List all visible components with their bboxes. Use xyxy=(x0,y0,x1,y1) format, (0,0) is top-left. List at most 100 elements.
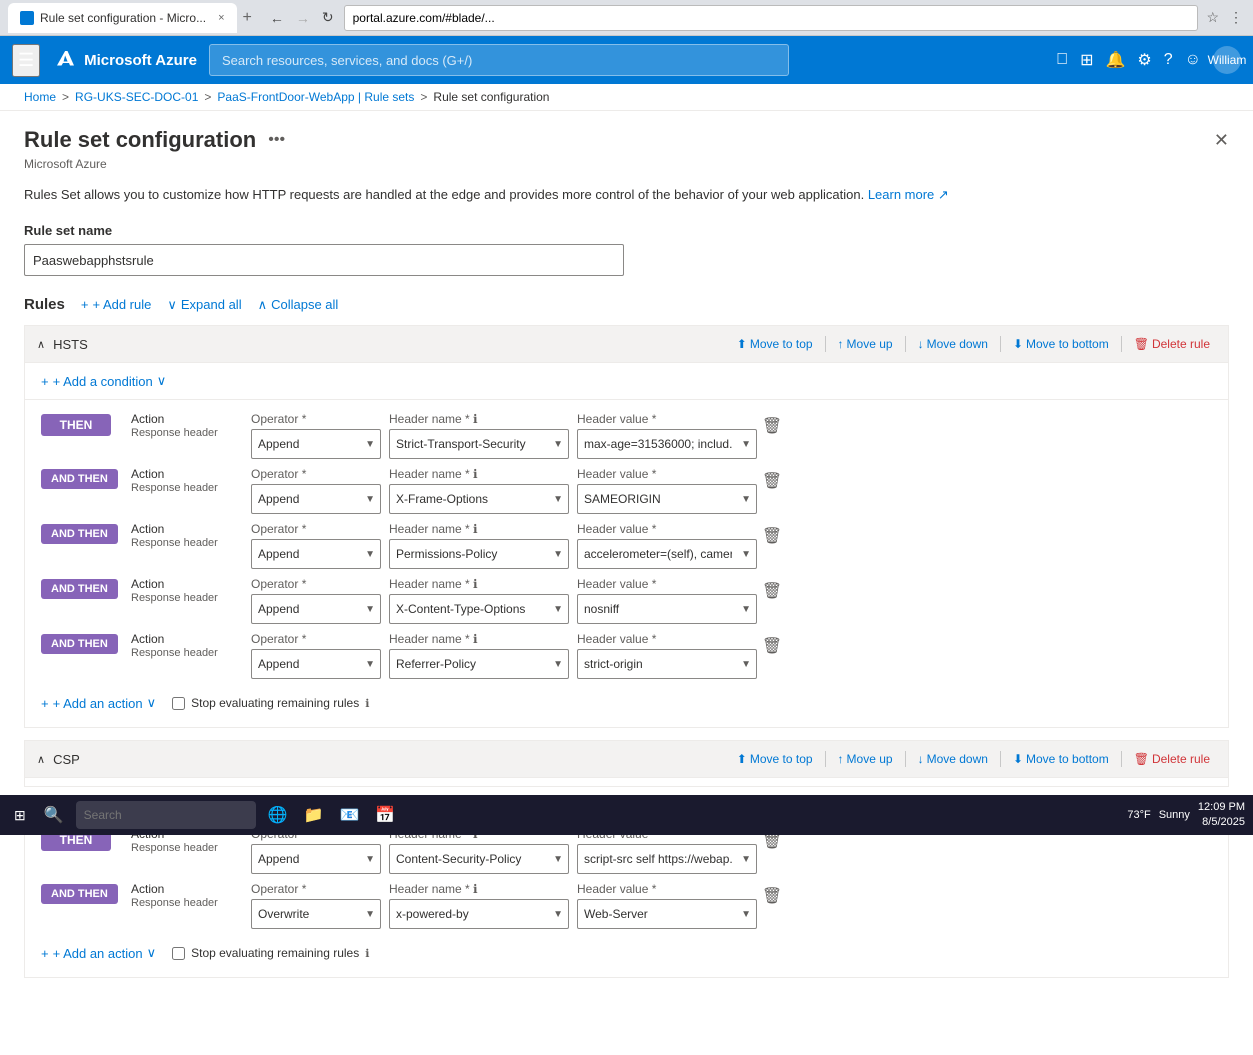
delete-rule-btn-hsts[interactable]: 🗑 Delete rule xyxy=(1128,334,1216,354)
delete-action-btn-hsts-0[interactable]: 🗑 xyxy=(758,412,786,440)
bookmark-btn[interactable]: ☆ xyxy=(1204,7,1221,28)
header-name-select-hsts-0[interactable]: Strict-Transport-Security xyxy=(389,429,569,459)
back-btn[interactable]: ← xyxy=(266,8,288,28)
operator-select-csp-1[interactable]: OverwriteAppendDelete xyxy=(251,899,381,929)
rule-set-name-input[interactable] xyxy=(24,244,624,276)
more-options-icon[interactable]: ••• xyxy=(268,131,285,149)
operator-select-hsts-3[interactable]: Append xyxy=(251,594,381,624)
operator-select-hsts-1[interactable]: Append xyxy=(251,484,381,514)
address-bar[interactable] xyxy=(344,5,1199,31)
breadcrumb-resource-group[interactable]: RG-UKS-SEC-DOC-01 xyxy=(75,90,198,104)
close-page-btn[interactable]: ✕ xyxy=(1214,130,1229,151)
stop-eval-info-icon-hsts[interactable]: ℹ xyxy=(365,697,369,710)
header-name-select-csp-0[interactable]: Content-Security-Policy xyxy=(389,844,569,874)
notifications-icon[interactable]: 🔔 xyxy=(1105,50,1125,70)
and-then-badge-hsts-1: AND THEN xyxy=(41,469,118,489)
taskbar-edge-icon[interactable]: 🌐 xyxy=(264,803,292,827)
header-value-select-csp-0[interactable]: script-src self https://webap... xyxy=(577,844,757,874)
user-avatar[interactable]: William xyxy=(1213,46,1241,74)
action-row-csp-1: AND THEN Action Response header Operator… xyxy=(41,882,1212,929)
expand-all-btn[interactable]: ∨ Expand all xyxy=(167,297,241,313)
header-name-select-hsts-3[interactable]: X-Content-Type-Options xyxy=(389,594,569,624)
add-action-btn-hsts[interactable]: + + Add an action ∨ xyxy=(41,695,156,711)
move-up-icon: ↑ xyxy=(838,752,844,766)
learn-more-link[interactable]: Learn more ↗ xyxy=(868,187,949,202)
info-icon[interactable]: ℹ xyxy=(473,882,478,896)
rule-name-input-hsts[interactable] xyxy=(53,337,253,352)
rule-collapse-btn-csp[interactable]: ∧ xyxy=(37,753,45,766)
stop-eval-checkbox-csp[interactable] xyxy=(172,947,185,960)
expand-all-label: Expand all xyxy=(181,297,242,312)
move-up-btn-hsts[interactable]: ↑ Move up xyxy=(832,334,899,354)
delete-action-btn-hsts-4[interactable]: 🗑 xyxy=(758,632,786,660)
add-action-btn-csp[interactable]: + + Add an action ∨ xyxy=(41,945,156,961)
delete-rule-btn-csp[interactable]: 🗑 Delete rule xyxy=(1128,749,1216,769)
rule-collapse-btn-hsts[interactable]: ∧ xyxy=(37,338,45,351)
cloud-shell-icon[interactable]:  xyxy=(1056,51,1068,69)
header-value-select-hsts-2[interactable]: accelerometer=(self), camer... xyxy=(577,539,757,569)
feedback-icon[interactable]: ☺ xyxy=(1185,51,1201,69)
settings-icon[interactable]: ⚙ xyxy=(1137,50,1151,70)
move-to-bottom-btn-csp[interactable]: ⬇ Move to bottom xyxy=(1007,749,1115,769)
taskbar-search-input[interactable] xyxy=(76,801,256,829)
info-icon[interactable]: ℹ xyxy=(473,522,478,536)
start-btn[interactable]: ⊞ xyxy=(8,803,32,828)
header-name-select-hsts-2[interactable]: Permissions-Policy xyxy=(389,539,569,569)
close-tab-btn[interactable]: × xyxy=(218,12,224,24)
add-rule-btn[interactable]: + + Add rule xyxy=(81,297,152,312)
info-icon[interactable]: ℹ xyxy=(473,467,478,481)
move-down-btn-csp[interactable]: ↓ Move down xyxy=(912,749,994,769)
reload-btn[interactable]: ↻ xyxy=(318,7,338,28)
stop-eval-info-icon-csp[interactable]: ℹ xyxy=(365,947,369,960)
header-value-select-hsts-4[interactable]: strict-origin xyxy=(577,649,757,679)
move-to-top-btn-csp[interactable]: ⬆ Move to top xyxy=(731,749,819,769)
header-value-select-hsts-0[interactable]: max-age=31536000; includ... xyxy=(577,429,757,459)
move-to-top-btn-hsts[interactable]: ⬆ Move to top xyxy=(731,334,819,354)
taskbar-explorer-icon[interactable]: 📁 xyxy=(300,803,328,827)
delete-action-btn-hsts-3[interactable]: 🗑 xyxy=(758,577,786,605)
new-tab-btn[interactable]: + xyxy=(243,9,252,27)
info-icon[interactable]: ℹ xyxy=(473,632,478,646)
move-down-btn-hsts[interactable]: ↓ Move down xyxy=(912,334,994,354)
extensions-btn[interactable]: ⋮ xyxy=(1227,7,1245,28)
hamburger-menu-btn[interactable]: ☰ xyxy=(12,44,40,77)
delete-icon-csp: 🗑 xyxy=(1134,752,1149,766)
help-icon[interactable]: ? xyxy=(1164,51,1173,69)
delete-action-btn-hsts-1[interactable]: 🗑 xyxy=(758,467,786,495)
header-name-select-hsts-4[interactable]: Referrer-Policy xyxy=(389,649,569,679)
operator-select-hsts-4[interactable]: Append xyxy=(251,649,381,679)
move-up-btn-csp[interactable]: ↑ Move up xyxy=(832,749,899,769)
add-condition-btn-hsts[interactable]: + + Add a condition ∨ xyxy=(41,373,166,389)
header-name-label-csp-1: Header name * ℹ xyxy=(389,882,569,896)
header-value-select-csp-1[interactable]: Web-Server xyxy=(577,899,757,929)
info-icon[interactable]: ℹ xyxy=(473,577,478,591)
taskbar-mail-icon[interactable]: 📧 xyxy=(336,803,364,827)
taskbar-calendar-icon[interactable]: 📅 xyxy=(371,803,399,827)
header-name-select-hsts-1[interactable]: X-Frame-Options xyxy=(389,484,569,514)
collapse-all-btn[interactable]: ∧ Collapse all xyxy=(258,297,339,313)
info-icon[interactable]: ℹ xyxy=(473,412,478,426)
delete-action-btn-hsts-2[interactable]: 🗑 xyxy=(758,522,786,550)
rule-name-input-csp[interactable] xyxy=(53,752,253,767)
delete-rule-label-csp: Delete rule xyxy=(1152,752,1210,766)
delete-action-btn-csp-1[interactable]: 🗑 xyxy=(758,882,786,910)
stop-eval-checkbox-hsts[interactable] xyxy=(172,697,185,710)
search-taskbar-icon[interactable]: 🔍 xyxy=(40,803,68,827)
breadcrumb-front-door[interactable]: PaaS-FrontDoor-WebApp | Rule sets xyxy=(217,90,414,104)
browser-tab[interactable]: Rule set configuration - Micro... × xyxy=(8,3,237,33)
header-value-label-hsts-1: Header value * xyxy=(577,467,757,481)
breadcrumb-home[interactable]: Home xyxy=(24,90,56,104)
header-value-label-hsts-0: Header value * xyxy=(577,412,757,426)
operator-select-hsts-2[interactable]: Append xyxy=(251,539,381,569)
header-value-select-hsts-3[interactable]: nosniff xyxy=(577,594,757,624)
header-name-select-csp-1[interactable]: x-powered-by xyxy=(389,899,569,929)
header-value-select-hsts-1[interactable]: SAMEORIGIN xyxy=(577,484,757,514)
operator-group-hsts-0: Operator * AppendDeleteOverwrite ▼ xyxy=(251,412,381,459)
forward-btn[interactable]: → xyxy=(292,8,314,28)
directory-icon[interactable]: ⊞ xyxy=(1080,50,1093,70)
operator-select-hsts-0[interactable]: AppendDeleteOverwrite xyxy=(251,429,381,459)
header-value-label-csp-1: Header value * xyxy=(577,882,757,896)
move-to-bottom-btn-hsts[interactable]: ⬇ Move to bottom xyxy=(1007,334,1115,354)
azure-search-input[interactable] xyxy=(209,44,789,76)
operator-select-csp-0[interactable]: Append xyxy=(251,844,381,874)
